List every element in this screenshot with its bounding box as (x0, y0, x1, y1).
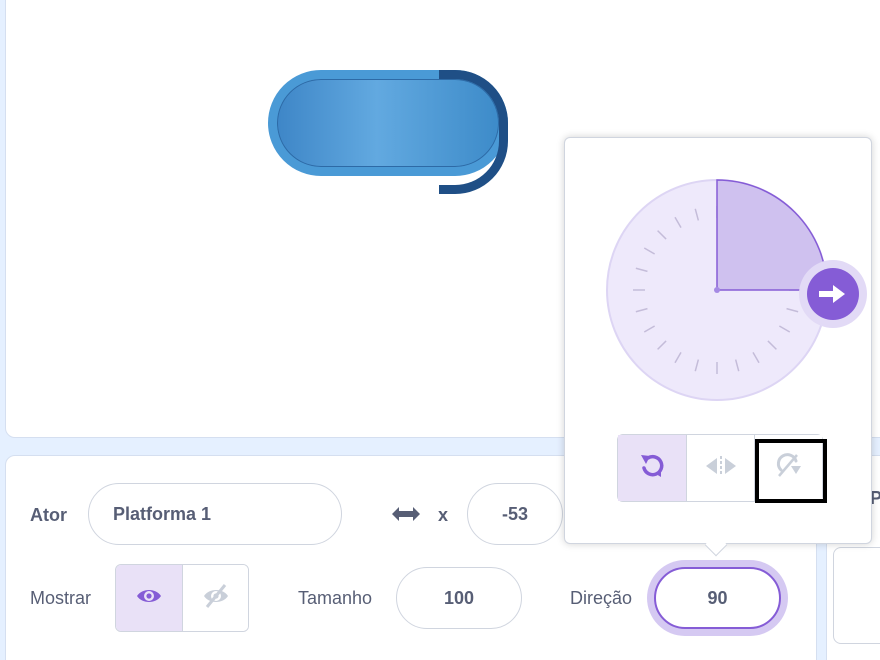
hide-sprite-button[interactable] (182, 565, 248, 631)
direction-popover (564, 137, 872, 544)
dont-rotate-button[interactable] (754, 435, 827, 503)
left-right-button[interactable] (686, 435, 754, 501)
show-sprite-button[interactable] (116, 565, 182, 631)
size-label: Tamanho (298, 588, 373, 608)
x-position-input[interactable]: -53 (467, 483, 563, 545)
direction-dial[interactable] (605, 178, 829, 402)
show-label: Mostrar (30, 588, 92, 608)
sprite-label: Ator (30, 505, 67, 525)
eye-slash-icon (201, 583, 231, 614)
left-right-flip-icon (704, 454, 738, 483)
rotate-all-around-button[interactable] (618, 435, 686, 501)
x-label: x (438, 505, 449, 525)
direction-handle[interactable] (797, 258, 869, 335)
direction-input[interactable]: 90 (654, 567, 781, 629)
dont-rotate-icon (773, 452, 805, 485)
sprite-name-input[interactable]: Platforma 1 (88, 483, 342, 545)
eye-icon (135, 586, 163, 611)
visibility-toggle (115, 564, 249, 632)
stage-thumbnail[interactable] (833, 547, 880, 644)
platform-sprite[interactable] (268, 70, 508, 194)
rotate-all-around-icon (637, 452, 667, 485)
x-y-arrows-icon (390, 503, 422, 530)
direction-label: Direção (570, 588, 633, 608)
size-input[interactable]: 100 (396, 567, 522, 629)
rotation-style-group (617, 434, 827, 503)
